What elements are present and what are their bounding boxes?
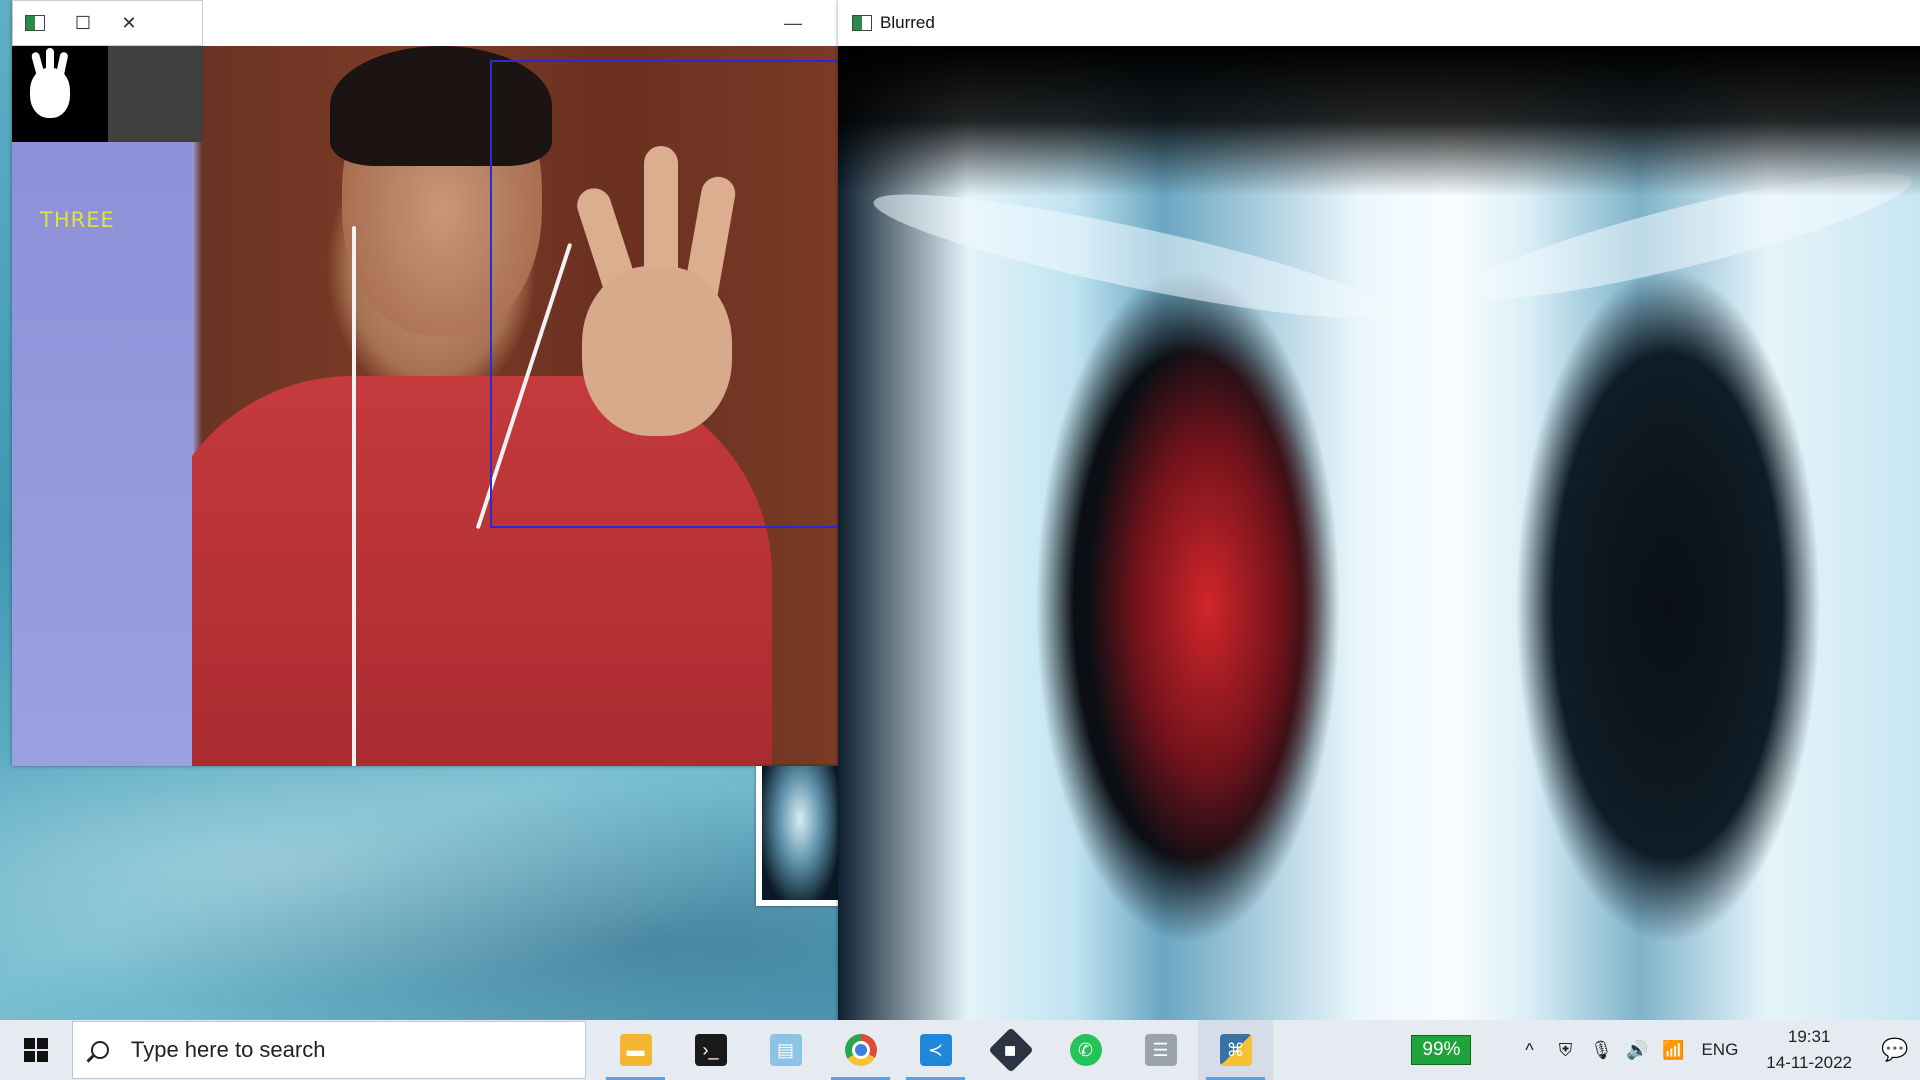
taskbar-app-notes[interactable]: ▤	[748, 1020, 823, 1080]
desktop-wall-strip	[12, 142, 192, 766]
terminal-icon: ›_	[694, 1034, 727, 1066]
vscode-icon: ≺	[919, 1034, 952, 1066]
notes-icon: ▤	[769, 1034, 802, 1066]
battery-indicator[interactable]: 99%	[1411, 1035, 1472, 1065]
chevron-up-icon[interactable]: ^	[1511, 1020, 1547, 1080]
clock-date: 14-11-2022	[1766, 1053, 1852, 1072]
taskbar-search[interactable]: Type here to search	[72, 1021, 586, 1079]
search-placeholder: Type here to search	[131, 1037, 326, 1062]
taskbar-app-python[interactable]: ⌘	[1198, 1020, 1273, 1080]
xray-thumbnail[interactable]	[756, 766, 838, 906]
blurred-window: Blurred	[838, 0, 1920, 1022]
maximize-button[interactable]: ☐	[60, 0, 106, 46]
system-tray: 99% ^ ⛨ 🎙 🔊 📶 ENG 19:31 14-11-2022 💬	[1411, 1020, 1920, 1080]
taskbar-app-chrome[interactable]	[823, 1020, 898, 1080]
earphone-cable	[352, 226, 356, 766]
window-app-icon	[852, 15, 872, 31]
search-icon	[91, 1041, 109, 1059]
mask-window: ☐ ✕	[12, 0, 203, 142]
file-explorer-icon: ▬	[619, 1034, 652, 1066]
wifi-icon[interactable]: 📶	[1655, 1020, 1691, 1080]
microphone-icon[interactable]: 🎙	[1583, 1020, 1619, 1080]
language-indicator[interactable]: ENG	[1701, 1040, 1738, 1060]
taskbar-app-dev-tool[interactable]: ◆	[973, 1020, 1048, 1080]
notifications-icon[interactable]: 💬	[1870, 1020, 1920, 1080]
gesture-label: THREE	[40, 208, 115, 232]
taskbar: Type here to search ▬ ›_ ▤ ≺ ◆ ✆ ☰ ⌘ 99%…	[0, 1020, 1920, 1080]
speaker-icon[interactable]: 🔊	[1619, 1020, 1655, 1080]
window-title: Blurred	[880, 13, 935, 32]
clock-time: 19:31	[1787, 1027, 1831, 1046]
xray-clavicle-left	[867, 172, 1389, 340]
chrome-icon	[844, 1034, 877, 1066]
gray-preview-image	[108, 46, 203, 142]
threshold-mask-image	[12, 46, 108, 142]
taskbar-app-vscode[interactable]: ≺	[898, 1020, 973, 1080]
window-app-icon	[25, 15, 45, 31]
chest-xray-image	[838, 46, 1920, 1022]
taskbar-app-file-explorer[interactable]: ▬	[598, 1020, 673, 1080]
desktop-wallpaper	[0, 760, 840, 1020]
start-button[interactable]	[0, 1020, 72, 1080]
whatsapp-icon: ✆	[1069, 1034, 1102, 1066]
minimize-button[interactable]: —	[778, 8, 808, 38]
xray-top-shadow	[838, 46, 1920, 196]
shield-icon[interactable]: ⛨	[1547, 1020, 1583, 1080]
database-icon: ☰	[1144, 1034, 1177, 1066]
taskbar-app-database[interactable]: ☰	[1123, 1020, 1198, 1080]
clock[interactable]: 19:31 14-11-2022	[1766, 1024, 1852, 1076]
dev-tool-icon: ◆	[987, 1027, 1034, 1073]
close-button[interactable]: ✕	[106, 0, 152, 46]
blurred-titlebar[interactable]: Blurred	[838, 0, 1920, 46]
python-icon: ⌘	[1219, 1034, 1252, 1066]
mask-titlebar[interactable]: ☐ ✕	[12, 0, 203, 46]
roi-rectangle	[490, 60, 838, 528]
taskbar-app-terminal[interactable]: ›_	[673, 1020, 748, 1080]
taskbar-apps: ▬ ›_ ▤ ≺ ◆ ✆ ☰ ⌘	[598, 1020, 1273, 1080]
taskbar-app-whatsapp[interactable]: ✆	[1048, 1020, 1123, 1080]
windows-icon	[24, 1038, 48, 1062]
